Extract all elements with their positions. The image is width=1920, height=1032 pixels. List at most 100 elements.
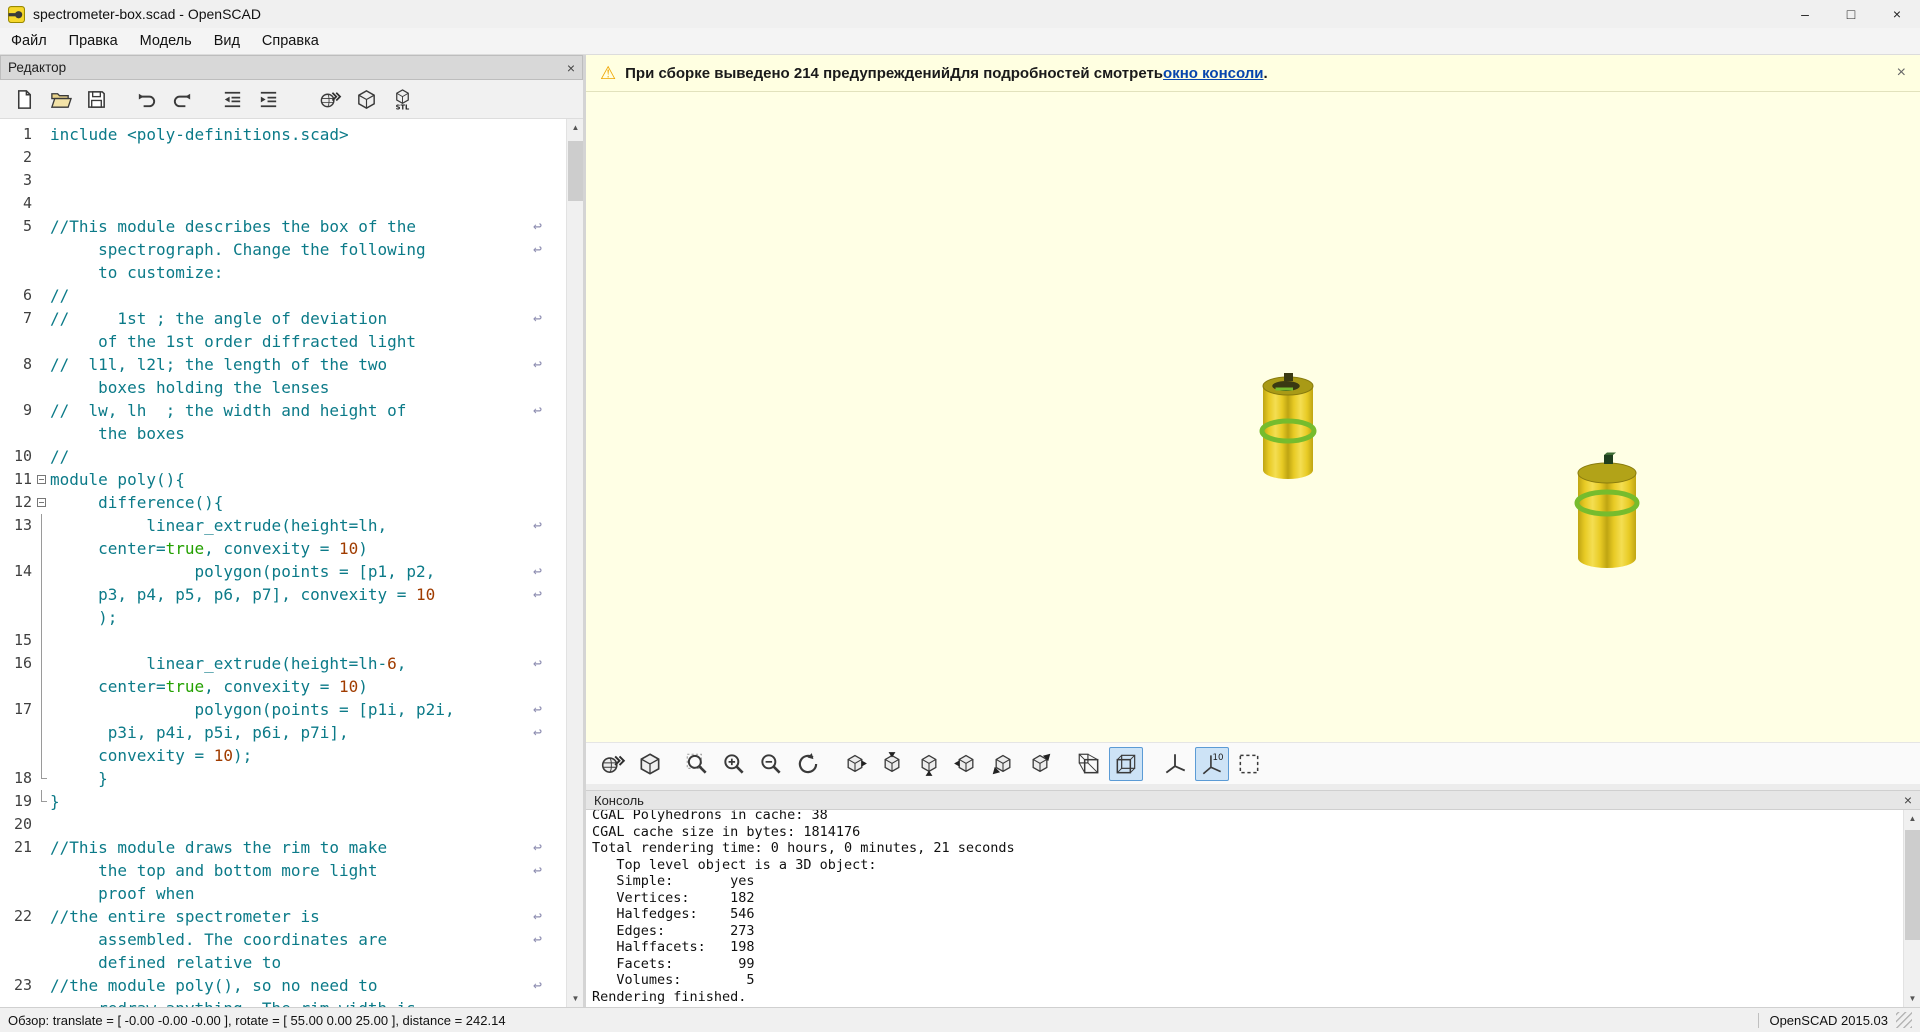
line-number (0, 675, 34, 698)
show-axes-button[interactable] (1158, 747, 1192, 781)
code-row[interactable]: center=true, convexity = 10) (0, 675, 566, 698)
code-row[interactable]: 4 (0, 192, 566, 215)
reset-view-button[interactable] (791, 747, 825, 781)
code-row[interactable]: 17 polygon(points = [p1i, p2i,↩ (0, 698, 566, 721)
titlebar[interactable]: spectrometer-box.scad - OpenSCAD – □ × (0, 0, 1920, 28)
code-row[interactable]: the boxes (0, 422, 566, 445)
code-row[interactable]: p3, p4, p5, p6, p7], convexity = 10↩ (0, 583, 566, 606)
code-row[interactable]: 21//This module draws the rim to make↩ (0, 836, 566, 859)
fold-marker-box[interactable] (34, 491, 50, 514)
scroll-down-icon[interactable]: ▼ (1904, 990, 1920, 1007)
editor-scroll-thumb[interactable] (568, 141, 583, 201)
code-row[interactable]: 2 (0, 146, 566, 169)
zoom-out-button[interactable] (754, 747, 788, 781)
code-row[interactable]: 23//the module poly(), so no need to↩ (0, 974, 566, 997)
new-file-button[interactable] (8, 83, 40, 115)
scroll-up-icon[interactable]: ▲ (567, 119, 583, 136)
view-back-button[interactable] (1023, 747, 1057, 781)
code-row[interactable]: 15 (0, 629, 566, 652)
code-row[interactable]: p3i, p4i, p5i, p6i, p7i],↩ (0, 721, 566, 744)
fold-marker-box[interactable] (34, 468, 50, 491)
code-row[interactable]: 1include <poly-definitions.scad> (0, 123, 566, 146)
console-header[interactable]: Консоль × (586, 790, 1920, 810)
resize-grip[interactable] (1896, 1012, 1912, 1028)
code-row[interactable]: redraw anything. The rim width is (0, 997, 566, 1007)
wrap-indicator-icon: ↩ (533, 353, 542, 376)
menu-item[interactable]: Справка (251, 28, 330, 54)
export-stl-button[interactable]: STL (386, 83, 418, 115)
code-row[interactable]: 20 (0, 813, 566, 836)
banner-close-icon[interactable]: × (1897, 64, 1906, 82)
perspective-button[interactable] (1072, 747, 1106, 781)
code-text: boxes holding the lenses (50, 376, 566, 399)
code-row[interactable]: 9// lw, lh ; the width and height of↩ (0, 399, 566, 422)
code-row[interactable]: to customize: (0, 261, 566, 284)
orthogonal-button[interactable] (1109, 747, 1143, 781)
console-scroll-thumb[interactable] (1905, 830, 1920, 940)
view-front-button[interactable] (986, 747, 1020, 781)
code-row[interactable]: ); (0, 606, 566, 629)
code-row[interactable]: 22//the entire spectrometer is↩ (0, 905, 566, 928)
zoom-in-button[interactable] (717, 747, 751, 781)
redo-button[interactable] (166, 83, 198, 115)
preview-button[interactable] (596, 747, 630, 781)
view-bottom-button[interactable] (912, 747, 946, 781)
editor-close-icon[interactable]: × (567, 61, 575, 75)
save-file-button[interactable] (80, 83, 112, 115)
zoom-all-button[interactable] (680, 747, 714, 781)
code-row[interactable]: 12 difference(){ (0, 491, 566, 514)
menu-item[interactable]: Файл (0, 28, 58, 54)
code-row[interactable]: 5//This module describes the box of the↩ (0, 215, 566, 238)
code-row[interactable]: assembled. The coordinates are↩ (0, 928, 566, 951)
minimize-button[interactable]: – (1782, 0, 1828, 28)
code-row[interactable]: 19} (0, 790, 566, 813)
code-row[interactable]: 8// l1l, l2l; the length of the two↩ (0, 353, 566, 376)
render-button[interactable] (633, 747, 667, 781)
console-scrollbar[interactable]: ▲ ▼ (1903, 810, 1920, 1007)
code-row[interactable]: 18 } (0, 767, 566, 790)
scroll-up-icon[interactable]: ▲ (1904, 810, 1920, 827)
code-row[interactable]: center=true, convexity = 10) (0, 537, 566, 560)
close-button[interactable]: × (1874, 0, 1920, 28)
undo-button[interactable] (130, 83, 162, 115)
code-row[interactable]: 13 linear_extrude(height=lh,↩ (0, 514, 566, 537)
show-scale-markers-button[interactable]: 10 (1195, 747, 1229, 781)
code-row[interactable]: 14 polygon(points = [p1, p2,↩ (0, 560, 566, 583)
code-row[interactable]: spectrograph. Change the following↩ (0, 238, 566, 261)
preview-button[interactable] (314, 83, 346, 115)
view-top-button[interactable] (875, 747, 909, 781)
scroll-down-icon[interactable]: ▼ (567, 990, 583, 1007)
code-editor[interactable]: 1include <poly-definitions.scad>2345//Th… (0, 119, 583, 1007)
code-row[interactable]: the top and bottom more light↩ (0, 859, 566, 882)
code-row[interactable]: convexity = 10); (0, 744, 566, 767)
code-row[interactable]: boxes holding the lenses (0, 376, 566, 399)
code-row[interactable]: 11module poly(){ (0, 468, 566, 491)
menu-item[interactable]: Вид (203, 28, 251, 54)
menu-item[interactable]: Модель (129, 28, 203, 54)
code-row[interactable]: 10// (0, 445, 566, 468)
maximize-button[interactable]: □ (1828, 0, 1874, 28)
preview-icon (600, 751, 626, 777)
view-right-button[interactable] (838, 747, 872, 781)
unindent-button[interactable] (216, 83, 248, 115)
view-left-button[interactable] (949, 747, 983, 781)
show-crosshairs-button[interactable] (1232, 747, 1266, 781)
editor-scrollbar[interactable]: ▲ ▼ (566, 119, 583, 1007)
code-row[interactable]: 7// 1st ; the angle of deviation↩ (0, 307, 566, 330)
code-row[interactable]: 6// (0, 284, 566, 307)
open-file-button[interactable] (44, 83, 76, 115)
render-button[interactable] (350, 83, 382, 115)
indent-button[interactable] (252, 83, 284, 115)
code-row[interactable]: 16 linear_extrude(height=lh-6,↩ (0, 652, 566, 675)
code-row[interactable]: defined relative to (0, 951, 566, 974)
code-row[interactable]: of the 1st order diffracted light (0, 330, 566, 353)
editor-header[interactable]: Редактор × (0, 55, 583, 80)
viewport-3d[interactable] (586, 92, 1920, 742)
console-close-icon[interactable]: × (1904, 793, 1912, 807)
line-number (0, 330, 34, 353)
console-output[interactable]: CGAL Polyhedrons in cache: 38CGAL cache … (586, 810, 1920, 1007)
code-row[interactable]: proof when (0, 882, 566, 905)
console-window-link[interactable]: окно консоли (1163, 65, 1263, 82)
code-row[interactable]: 3 (0, 169, 566, 192)
menu-item[interactable]: Правка (58, 28, 129, 54)
